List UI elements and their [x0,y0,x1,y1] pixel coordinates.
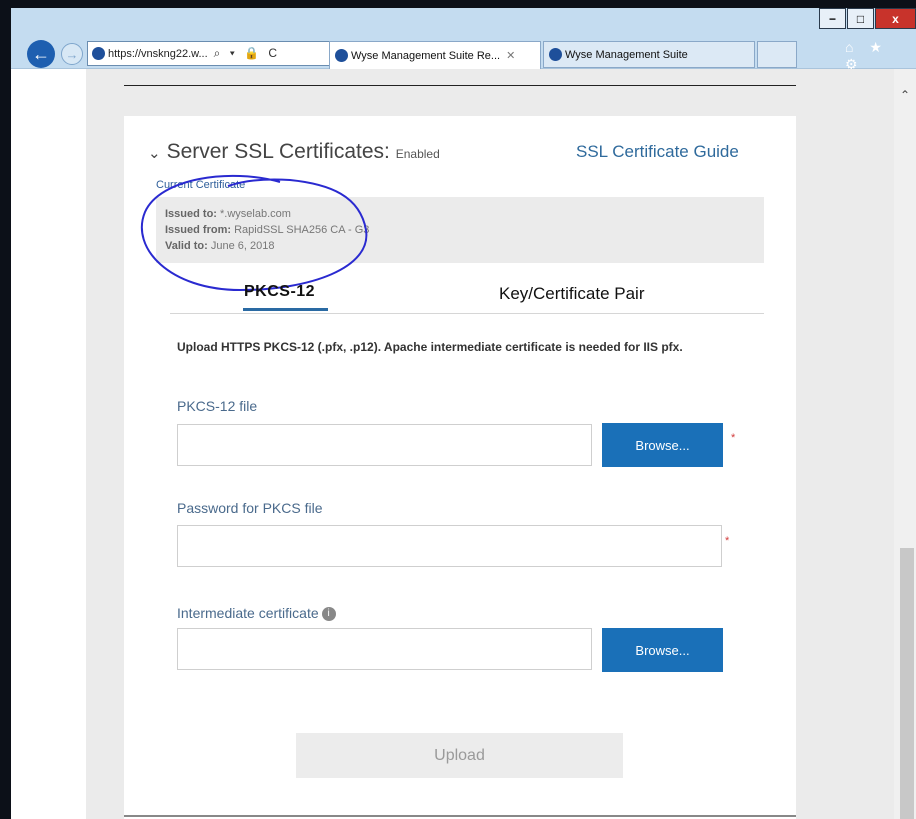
address-url: https://vnskng22.w... [108,47,208,60]
arrow-right-icon: → [65,46,79,62]
browser-titlebar: − □ x ← → https://vnskng22.w... ⌕ ▾ 🔒 C … [11,8,916,72]
tab-label: Wyse Management Suite [565,48,688,61]
divider [124,85,796,86]
upload-instructions: Upload HTTPS PKCS-12 (.pfx, .p12). Apach… [177,340,683,354]
maximize-button[interactable]: □ [847,8,874,29]
scroll-up-icon[interactable]: ⌃ [894,88,916,102]
issued-from-line: Issued from: RapidSSL SHA256 CA - G3 [165,224,369,236]
site-icon [335,49,348,62]
tab-wms-registration[interactable]: Wyse Management Suite Re... ✕ [329,41,541,69]
browser-toolbar-icons[interactable]: ⌂ ★ ⚙ [845,39,916,73]
close-tab-icon[interactable]: ✕ [506,49,515,62]
issued-to-label: Issued to: [165,208,217,220]
site-icon [549,48,562,61]
section-title[interactable]: ⌄ Server SSL Certificates: Enabled [148,140,440,164]
scrollbar-thumb[interactable] [900,548,914,819]
required-marker: * [725,535,730,547]
status-text: Enabled [395,147,440,161]
window-border-top [0,0,916,8]
tab-label: Wyse Management Suite Re... [351,49,501,62]
valid-to-value: June 6, 2018 [210,240,275,252]
intermediate-label-text: Intermediate certificate [177,605,319,621]
current-certificate-label: Current Certificate [156,179,246,191]
forward-button[interactable]: → [61,43,83,65]
issued-from-value: RapidSSL SHA256 CA - G3 [234,224,370,236]
issued-to-line: Issued to: *.wyselab.com [165,208,291,220]
issued-from-label: Issued from: [165,224,232,236]
pkcs-file-input[interactable] [177,424,592,466]
issued-to-value: *.wyselab.com [220,208,291,220]
tab-key-certificate-pair[interactable]: Key/Certificate Pair [499,284,645,304]
chevron-down-icon[interactable]: ⌄ [148,145,161,162]
upload-button[interactable]: Upload [296,733,623,778]
panel-bottom-border [124,815,796,817]
browser-window: − □ x ← → https://vnskng22.w... ⌕ ▾ 🔒 C … [0,0,916,819]
address-tools[interactable]: ⌕ ▾ 🔒 C [214,46,280,61]
address-bar[interactable]: https://vnskng22.w... ⌕ ▾ 🔒 C [87,41,335,66]
active-tab-indicator [243,308,328,311]
tab-wms[interactable]: Wyse Management Suite [543,41,755,68]
valid-to-label: Valid to: [165,240,208,252]
back-button[interactable]: ← [27,40,55,68]
arrow-left-icon: ← [32,43,50,64]
tabs-divider [170,313,764,314]
site-icon [92,47,105,60]
new-tab-button[interactable] [757,41,797,68]
browse-intermediate-button[interactable]: Browse... [602,628,723,672]
minimize-button[interactable]: − [819,8,846,29]
info-icon[interactable]: i [321,607,336,622]
intermediate-certificate-input[interactable] [177,628,592,670]
close-window-button[interactable]: x [875,8,916,29]
browse-pkcs-button[interactable]: Browse... [602,423,723,467]
intermediate-certificate-label: Intermediate certificate i [177,605,336,622]
ssl-guide-link[interactable]: SSL Certificate Guide [576,142,739,162]
required-marker: * [731,432,736,444]
password-label: Password for PKCS file [177,500,323,516]
valid-to-line: Valid to: June 6, 2018 [165,240,274,252]
pkcs-file-label: PKCS-12 file [177,398,258,414]
window-border-left [0,0,11,819]
section-title-text: Server SSL Certificates: [166,140,390,163]
tab-pkcs12[interactable]: PKCS-12 [244,283,315,301]
password-input[interactable] [177,525,722,567]
